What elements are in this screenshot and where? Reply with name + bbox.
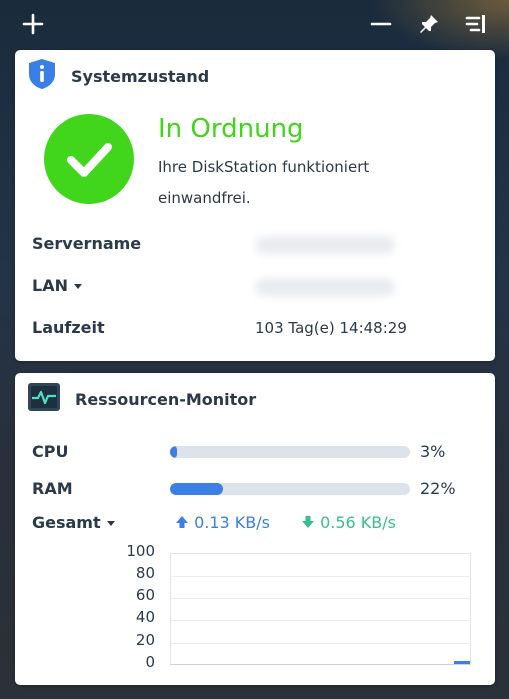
ram-label: RAM: [32, 479, 73, 498]
arrow-up-icon: [176, 516, 188, 528]
lan-dropdown[interactable]: LAN: [32, 276, 82, 295]
y-tick-0: 0: [145, 653, 155, 671]
pin-icon[interactable]: [417, 12, 441, 36]
dock-right-icon[interactable]: [464, 12, 488, 36]
network-chart-series: [454, 661, 470, 664]
grid-line: [171, 576, 470, 577]
y-tick-60: 60: [135, 586, 155, 604]
ram-percent: 22%: [420, 479, 456, 498]
minus-icon[interactable]: [369, 12, 393, 36]
arrow-down-icon: [302, 516, 314, 528]
download-speed-value: 0.56 KB/s: [320, 513, 396, 532]
y-tick-40: 40: [135, 608, 155, 626]
cpu-usage-bar: [170, 446, 410, 458]
y-tick-80: 80: [135, 564, 155, 582]
servername-value-redacted: [255, 236, 395, 254]
plus-icon[interactable]: [21, 12, 45, 36]
system-health-widget: Systemzustand In Ordnung Ihre DiskStatio…: [15, 50, 495, 361]
widget-toolbar: [0, 0, 509, 48]
lan-value-redacted: [255, 278, 395, 296]
grid-line: [171, 643, 470, 644]
y-tick-100: 100: [126, 542, 155, 560]
servername-label: Servername: [32, 234, 142, 253]
upload-speed: 0.13 KB/s: [175, 513, 270, 532]
uptime-label: Laufzeit: [32, 318, 105, 337]
ram-usage-fill: [170, 483, 223, 495]
resource-monitor-header: Ressourcen-Monitor: [27, 381, 483, 417]
network-dropdown[interactable]: Gesamt: [32, 513, 115, 532]
grid-line: [171, 598, 470, 599]
chevron-down-icon: [106, 521, 115, 526]
network-label: Gesamt: [32, 513, 101, 532]
y-tick-20: 20: [135, 631, 155, 649]
resource-monitor-title: Ressourcen-Monitor: [75, 389, 257, 409]
resource-monitor-widget: Ressourcen-Monitor CPU 3% RAM 22% Gesamt…: [15, 373, 495, 685]
lan-label: LAN: [32, 276, 68, 295]
uptime-value: 103 Tag(e) 14:48:29: [255, 319, 407, 337]
system-health-header: Systemzustand: [27, 58, 483, 94]
ram-usage-bar: [170, 483, 410, 495]
cpu-usage-fill: [170, 446, 178, 458]
grid-line: [171, 620, 470, 621]
network-chart: [170, 553, 471, 665]
cpu-label: CPU: [32, 442, 69, 461]
status-title: In Ordnung: [158, 114, 304, 144]
status-description: Ihre DiskStation funktioniert einwandfre…: [158, 158, 370, 207]
cpu-percent: 3%: [420, 442, 446, 461]
system-health-title: Systemzustand: [71, 66, 210, 86]
chevron-down-icon: [73, 284, 82, 289]
status-ok-icon: [44, 114, 134, 204]
info-shield-icon: [27, 58, 57, 94]
download-speed: 0.56 KB/s: [301, 513, 396, 532]
upload-speed-value: 0.13 KB/s: [194, 513, 270, 532]
monitor-pulse-icon: [27, 382, 61, 416]
